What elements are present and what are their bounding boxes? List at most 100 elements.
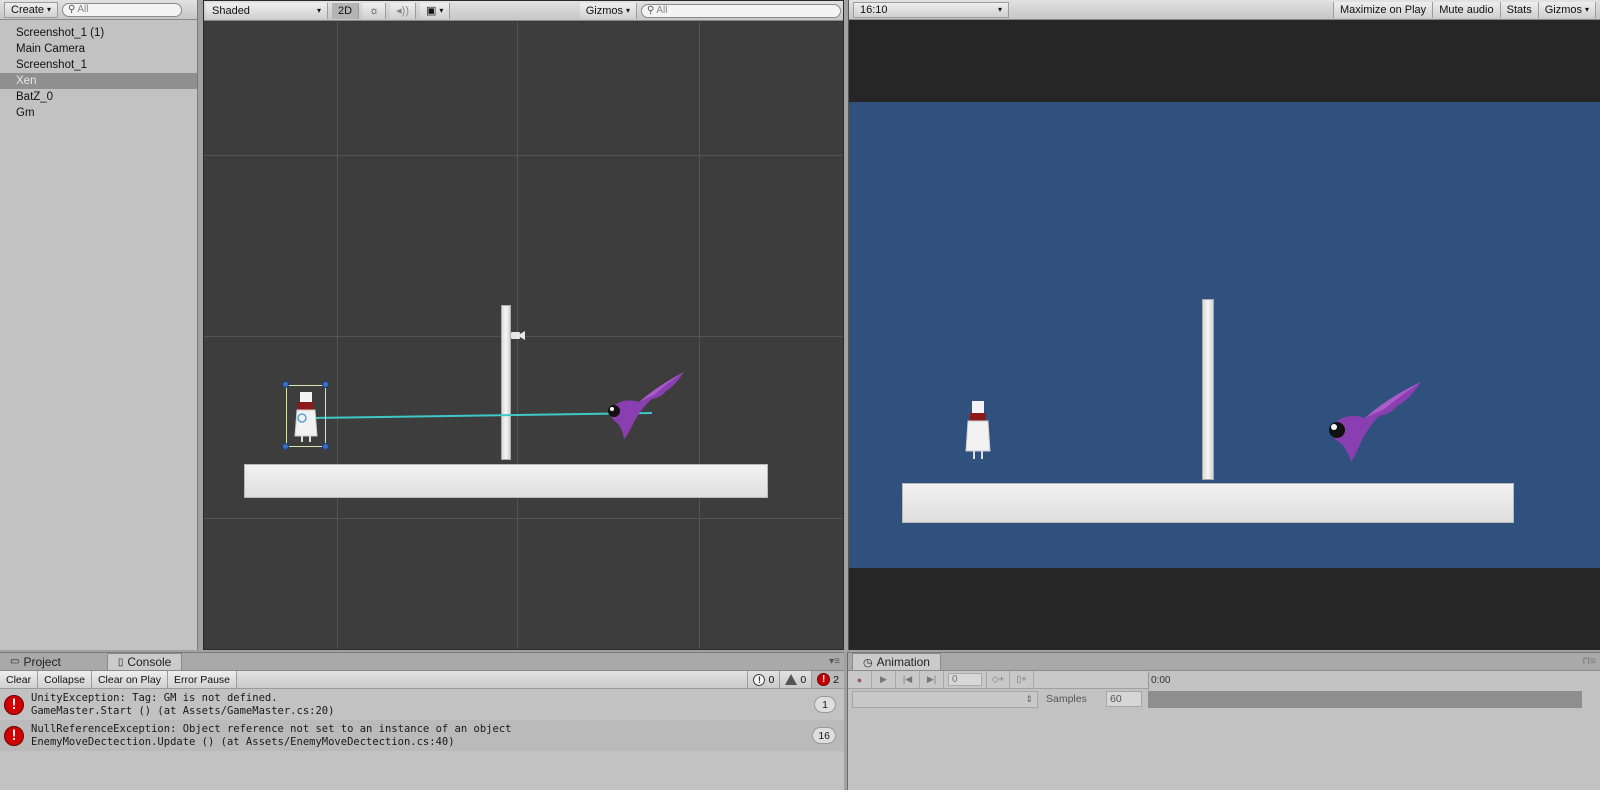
- scene-search-placeholder: All: [656, 5, 668, 16]
- warning-icon: [785, 674, 798, 685]
- resize-handle[interactable]: [282, 443, 289, 450]
- samples-label: Samples: [1046, 693, 1087, 705]
- scene-gizmos-dropdown[interactable]: Gizmos ▾: [579, 2, 637, 19]
- panel-menu-icon[interactable]: ▾≡: [829, 656, 840, 667]
- resize-handle[interactable]: [322, 381, 329, 388]
- mute-audio-toggle[interactable]: Mute audio: [1433, 1, 1501, 18]
- frame-value: 0: [952, 674, 958, 685]
- updown-icon: ⇕: [1025, 694, 1033, 704]
- add-keyframe-button[interactable]: ◇+: [986, 671, 1010, 688]
- info-count-toggle[interactable]: ! 0: [747, 671, 779, 688]
- animation-controls: ● ▶ |◀ ▶| 0 ◇+ ▯+: [848, 671, 1148, 689]
- scene-gizmos-label: Gizmos: [585, 4, 623, 17]
- search-icon: ⚲: [68, 4, 76, 15]
- log-message: UnityException: Tag: GM is not defined.: [31, 691, 278, 704]
- frame-input[interactable]: 0: [948, 673, 982, 686]
- prev-key-button[interactable]: |◀: [896, 671, 920, 688]
- hierarchy-panel: Create ▾ ⚲ All Screenshot_1 (1) Main Came…: [0, 0, 198, 650]
- error-icon: !: [817, 673, 831, 686]
- log-count-badge: 16: [812, 727, 836, 744]
- game-ground-platform: [902, 483, 1514, 523]
- game-player-sprite: [965, 401, 991, 459]
- scene-canvas[interactable]: [204, 22, 843, 649]
- hierarchy-search-placeholder: All: [77, 4, 89, 15]
- scene-search-input[interactable]: ⚲ All: [641, 3, 841, 18]
- error-count-toggle[interactable]: ! 2: [811, 671, 844, 688]
- game-view: 16:10 ▾ Maximize on Play Mute audio Stats…: [848, 0, 1600, 650]
- shading-mode-label: Shaded: [212, 4, 250, 17]
- warning-count: 0: [800, 673, 807, 686]
- clear-button[interactable]: Clear: [0, 671, 39, 688]
- game-bat-sprite: [1329, 382, 1421, 462]
- scene-toolbar: Shaded ▾ 2D ☼ ◂)) ▣ ▾ Gizmos ▾ ⚲ All: [204, 1, 843, 21]
- audio-toggle[interactable]: ◂)): [390, 2, 417, 19]
- chevron-down-icon: ▾: [997, 5, 1002, 14]
- hierarchy-search-input[interactable]: ⚲ All: [62, 2, 183, 17]
- clip-dropdown[interactable]: ⇕: [852, 691, 1038, 708]
- log-entry[interactable]: ! NullReferenceException: Object referen…: [0, 720, 844, 751]
- shading-mode-dropdown[interactable]: Shaded ▾: [206, 2, 328, 19]
- error-pause-toggle[interactable]: Error Pause: [167, 671, 238, 688]
- time-label: 0:00: [1151, 675, 1171, 686]
- error-icon: !: [4, 694, 24, 715]
- mute-label: Mute audio: [1439, 3, 1494, 16]
- maximize-on-play-toggle[interactable]: Maximize on Play: [1332, 1, 1434, 18]
- mode-2d-toggle[interactable]: 2D: [332, 2, 360, 19]
- hierarchy-item[interactable]: Screenshot_1: [0, 57, 197, 73]
- image-icon: ▣: [426, 5, 437, 17]
- hierarchy-item-selected[interactable]: Xen: [0, 73, 197, 89]
- error-pause-label: Error Pause: [173, 673, 231, 686]
- log-count-badge: 1: [814, 696, 836, 713]
- lighting-toggle[interactable]: ☼: [363, 2, 387, 19]
- next-key-button[interactable]: ▶|: [920, 671, 944, 688]
- animation-panel: ◷ Animation ⊓≡ ● ▶ |◀ ▶| 0 ◇+ ▯+ 0:00 ⇕ …: [847, 652, 1600, 790]
- clear-on-play-toggle[interactable]: Clear on Play: [91, 671, 168, 688]
- tab-console-label: Console: [127, 655, 172, 669]
- hierarchy-item[interactable]: Screenshot_1 (1): [0, 25, 197, 41]
- timeline-header[interactable]: 0:00: [1148, 672, 1594, 690]
- add-event-icon: ▯+: [1016, 674, 1027, 684]
- play-button[interactable]: ▶: [872, 671, 896, 688]
- console-toolbar: Clear Collapse Clear on Play Error Pause…: [0, 671, 844, 689]
- sun-icon: ☼: [369, 4, 380, 17]
- log-counts: ! 0 0 ! 2: [747, 671, 844, 688]
- resize-handle[interactable]: [322, 443, 329, 450]
- bat-sprite[interactable]: [604, 367, 694, 442]
- resize-handle[interactable]: [282, 381, 289, 388]
- samples-input[interactable]: 60: [1106, 691, 1142, 707]
- aspect-dropdown[interactable]: 16:10 ▾: [853, 1, 1009, 18]
- console-icon: ▯: [117, 656, 124, 668]
- clear-label: Clear: [6, 673, 32, 686]
- timeline-track[interactable]: [1148, 691, 1582, 708]
- hierarchy-item[interactable]: BatZ_0: [0, 89, 197, 105]
- lock-icon[interactable]: ⊓≡: [1582, 656, 1596, 667]
- add-event-button[interactable]: ▯+: [1010, 671, 1034, 688]
- hierarchy-item[interactable]: Main Camera: [0, 41, 197, 57]
- play-icon: ▶: [880, 674, 887, 684]
- hierarchy-item[interactable]: Gm: [0, 105, 197, 121]
- stats-toggle[interactable]: Stats: [1500, 1, 1539, 18]
- tab-animation[interactable]: ◷ Animation: [852, 653, 941, 670]
- create-dropdown[interactable]: Create ▾: [4, 1, 59, 18]
- speaker-icon: ◂)): [396, 5, 410, 17]
- info-icon: !: [753, 673, 766, 686]
- effects-dropdown[interactable]: ▣ ▾: [420, 2, 451, 19]
- record-button[interactable]: ●: [848, 671, 872, 688]
- scene-view: Shaded ▾ 2D ☼ ◂)) ▣ ▾ Gizmos ▾ ⚲ All: [203, 0, 844, 650]
- player-selection-rect[interactable]: [286, 385, 326, 447]
- chevron-down-icon: ▾: [439, 6, 444, 15]
- tab-console[interactable]: ▯ Console: [106, 653, 183, 670]
- collapse-toggle[interactable]: Collapse: [38, 671, 92, 688]
- console-panel: ▭ Project ▯ Console ▾≡ Clear Collapse Cl…: [0, 652, 844, 790]
- game-viewport[interactable]: [849, 102, 1600, 568]
- log-entry[interactable]: ! UnityException: Tag: GM is not defined…: [0, 689, 844, 720]
- mode-2d-label: 2D: [338, 4, 353, 17]
- aspect-label: 16:10: [860, 3, 888, 16]
- log-stacktrace: EnemyMoveDectection.Update () (at Assets…: [31, 735, 455, 748]
- tab-project[interactable]: ▭ Project: [0, 653, 71, 670]
- game-gizmos-dropdown[interactable]: Gizmos ▾: [1538, 1, 1596, 18]
- raycast-line: [311, 412, 653, 419]
- warning-count-toggle[interactable]: 0: [779, 671, 811, 688]
- animation-tabbar: ◷ Animation ⊓≡: [848, 653, 1600, 671]
- prev-key-icon: |◀: [902, 674, 913, 684]
